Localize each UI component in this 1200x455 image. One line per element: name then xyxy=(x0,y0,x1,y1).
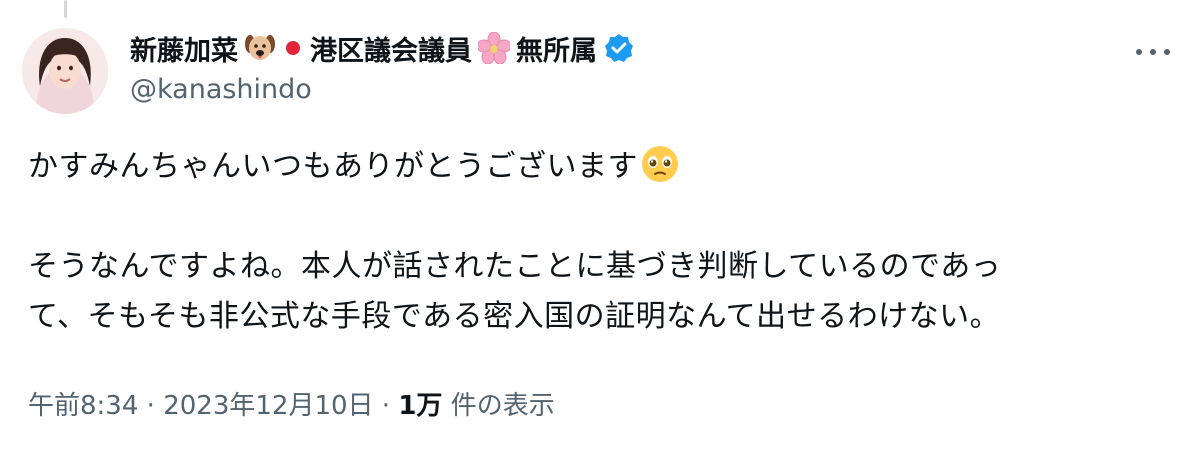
views-count[interactable]: 1万 xyxy=(398,391,442,421)
verified-badge-icon[interactable] xyxy=(603,32,635,64)
tweet-text-line: て、そもそも非公式な手段である密入国の証明なんて出せるわけない。 xyxy=(28,299,1001,334)
display-name-part1: 新藤加菜 xyxy=(130,35,238,67)
views-label[interactable]: 件の表示 xyxy=(451,391,555,421)
tweet-date[interactable]: 2023年12月10日 xyxy=(163,391,373,421)
separator: · xyxy=(381,391,391,421)
tweet-time[interactable]: 午前8:34 xyxy=(28,391,138,421)
pleading-face-icon xyxy=(640,144,680,184)
thread-connector-line xyxy=(64,0,67,18)
separator: · xyxy=(146,391,155,421)
more-options-icon[interactable] xyxy=(1136,42,1170,62)
display-name-part2: 港区議会議員 xyxy=(310,35,472,67)
display-name-part3: 無所属 xyxy=(516,35,597,67)
tweet-text: かすみんちゃんいつもありがとうございます そうなんですよね。本人が話されたことに… xyxy=(28,142,1178,342)
user-handle[interactable]: @kanashindo xyxy=(130,74,312,105)
dog-face-icon xyxy=(244,32,276,64)
tweet-text-line: そうなんですよね。本人が話されたことに基づき判断しているのであっ xyxy=(28,249,1002,284)
tweet-metadata: 午前8:34 · 2023年12月10日 · 1万 件の表示 xyxy=(28,385,555,422)
tweet-text-line: かすみんちゃんいつもありがとうございます xyxy=(28,142,1178,192)
display-name[interactable]: 新藤加菜 港区議会議員 無所属 xyxy=(130,28,635,68)
red-circle-icon xyxy=(282,32,304,64)
avatar[interactable] xyxy=(22,28,108,114)
cherry-blossom-icon xyxy=(478,32,510,64)
